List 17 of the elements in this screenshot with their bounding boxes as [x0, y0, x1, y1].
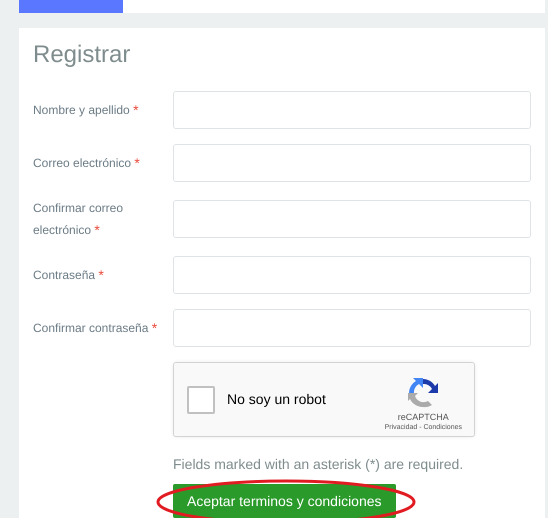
required-note: Fields marked with an asterisk (*) are required. — [173, 455, 464, 474]
text-input[interactable] — [173, 91, 531, 129]
field-label: Contraseña * — [33, 266, 105, 285]
form-title: Registrar — [33, 41, 130, 69]
accept-terms-button[interactable]: Aceptar terminos y condiciones — [173, 484, 396, 518]
field-label: Confirmar contraseña * — [33, 319, 158, 338]
text-input[interactable] — [173, 144, 531, 182]
field-label: Correo electrónico * — [33, 154, 141, 173]
captcha-brand: reCAPTCHA — [398, 411, 449, 423]
text-input[interactable] — [173, 200, 531, 238]
field-label: Confirmar correo electrónico * — [33, 200, 124, 240]
field-label: Nombre y apellido * — [33, 101, 140, 120]
captcha-label: No soy un robot — [227, 390, 327, 409]
refresh-arrows-icon — [407, 377, 440, 409]
text-input[interactable] — [173, 256, 531, 294]
captcha-checkbox[interactable] — [187, 386, 215, 414]
text-input[interactable] — [173, 309, 531, 347]
